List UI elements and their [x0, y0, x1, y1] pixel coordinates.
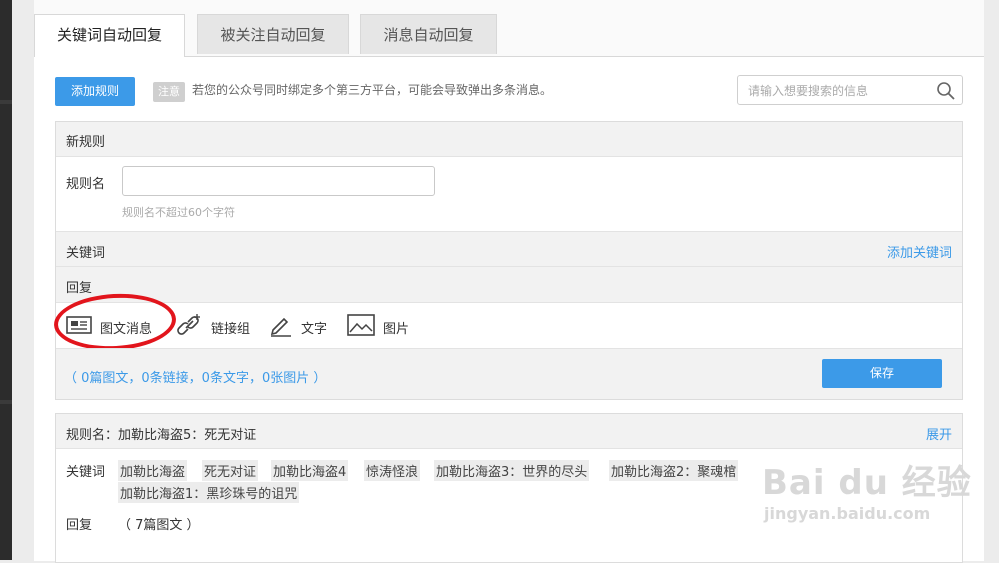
note-badge: 注意	[153, 82, 185, 102]
add-rule-button[interactable]: 添加规则	[55, 77, 135, 106]
rule-name-input[interactable]	[122, 166, 435, 196]
keyword-chip: 加勒比海盗	[118, 460, 188, 481]
keyword-chip: 死无对证	[202, 460, 259, 481]
keyword-section-title: 关键词	[66, 246, 106, 261]
keyword-chip: 加勒比海盗2：聚魂棺	[609, 460, 739, 481]
strip-mark	[0, 400, 12, 404]
link-icon	[177, 313, 203, 341]
note-text: 若您的公众号同时绑定多个第三方平台，可能会导致弹出多条消息。	[192, 83, 553, 97]
reply-type-image[interactable]: 图片	[347, 314, 409, 340]
new-rule-title: 新规则	[66, 135, 106, 150]
reply-section-header: 回复	[56, 267, 962, 303]
strip-mark	[0, 100, 12, 104]
new-rule-header: 新规则	[56, 122, 962, 157]
reply-type-label: 链接组	[211, 321, 251, 337]
keyword-chip: 加勒比海盗1：黑珍珠号的诅咒	[118, 482, 300, 503]
watermark-url: jingyan.baidu.com	[764, 504, 931, 523]
existing-rule-header: 规则名：加勒比海盗5：死无对证 展开	[56, 414, 962, 449]
reply-counts: （ 0篇图文，0条链接，0条文字，0张图片 ）	[64, 371, 327, 386]
reply-type-label: 文字	[301, 321, 328, 337]
search-input[interactable]	[746, 82, 930, 100]
search-box[interactable]	[737, 75, 963, 105]
baidu-watermark: Bai du 经验 jingyan.baidu.com	[762, 455, 972, 523]
reply-type-text[interactable]: 文字	[269, 314, 327, 340]
keyword-section-header: 关键词 添加关键词	[56, 231, 962, 267]
existing-rule-title: 规则名：加勒比海盗5：死无对证	[66, 428, 257, 443]
reply-section-title: 回复	[66, 281, 93, 296]
expand-link[interactable]: 展开	[926, 424, 952, 443]
reply-label: 回复	[66, 518, 93, 533]
keyword-chip: 加勒比海盗4	[271, 460, 349, 481]
pencil-icon	[269, 313, 293, 341]
tab-keyword-reply[interactable]: 关键词自动回复	[34, 14, 185, 57]
watermark-brand: Bai du 经验	[762, 463, 972, 503]
save-button[interactable]: 保存	[822, 359, 942, 388]
left-edge-strip	[0, 0, 12, 560]
tab-message-reply[interactable]: 消息自动回复	[360, 14, 497, 54]
rule-name-hint: 规则名不超过60个字符	[122, 206, 235, 219]
search-icon[interactable]	[936, 81, 956, 105]
tab-follow-reply[interactable]: 被关注自动回复	[197, 14, 349, 54]
rule-name-label: 规则名	[66, 177, 106, 192]
add-keyword-link[interactable]: 添加关键词	[887, 242, 952, 261]
keyword-label: 关键词	[66, 465, 106, 480]
new-rule-box: 新规则 规则名 规则名不超过60个字符 关键词 添加关键词 回复 图文消息 链接…	[52, 121, 963, 400]
reply-type-link-group[interactable]: 链接组	[177, 314, 250, 340]
reply-summary: （ 7篇图文 ）	[118, 518, 200, 533]
image-icon	[347, 314, 375, 340]
keyword-chip: 加勒比海盗3：世界的尽头	[434, 460, 590, 481]
reply-type-label: 图片	[383, 321, 410, 337]
keyword-chip: 惊涛怪浪	[364, 460, 421, 481]
